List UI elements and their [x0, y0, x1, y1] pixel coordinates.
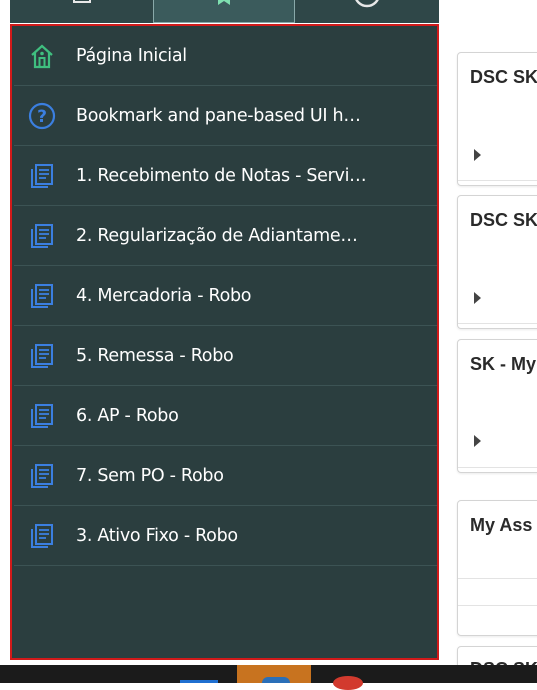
nav-item-help[interactable]: ? Bookmark and pane-based UI h… — [14, 86, 437, 146]
caret-right-icon[interactable] — [474, 292, 481, 304]
card-divider — [458, 605, 537, 606]
bookmarks-panel: Página Inicial ? Bookmark and pane-based… — [10, 24, 439, 660]
dashboard-card[interactable]: My Ass — [457, 500, 537, 636]
nav-item-label: 2. Regularização de Adiantame… — [76, 225, 358, 246]
nav-item-label: 6. AP - Robo — [76, 405, 179, 426]
nav-item-label: 5. Remessa - Robo — [76, 345, 234, 366]
document-icon — [28, 222, 56, 250]
dashboard-card[interactable]: DSC SK — [457, 52, 537, 186]
card-divider — [458, 578, 537, 579]
dashboard-card[interactable]: SK - My — [457, 339, 537, 473]
card-divider — [458, 323, 537, 324]
svg-text:?: ? — [37, 107, 47, 127]
card-title: My Ass — [470, 515, 533, 535]
tab-history[interactable] — [295, 0, 439, 23]
nav-item-label: 7. Sem PO - Robo — [76, 465, 224, 486]
caret-right-icon[interactable] — [474, 435, 481, 447]
nav-item-label: Página Inicial — [76, 45, 187, 66]
nav-item-remessa[interactable]: 5. Remessa - Robo — [14, 326, 437, 386]
card-title: DSC SK — [470, 210, 537, 230]
nav-item-ap[interactable]: 6. AP - Robo — [14, 386, 437, 446]
document-icon — [28, 282, 56, 310]
dashboard-area: DSC SK DSC SK SK - My My Ass DSC SK — [440, 0, 537, 683]
nav-item-home[interactable]: Página Inicial — [14, 26, 437, 86]
card-title: SK - My — [470, 354, 537, 374]
nav-item-regularizacao[interactable]: 2. Regularização de Adiantame… — [14, 206, 437, 266]
taskbar-app-icon[interactable] — [333, 676, 363, 690]
document-icon — [28, 162, 56, 190]
document-icon — [28, 522, 56, 550]
home-icon — [28, 42, 56, 70]
nav-item-label: 3. Ativo Fixo - Robo — [76, 525, 238, 546]
nav-item-label: Bookmark and pane-based UI h… — [76, 105, 361, 126]
nav-item-ativo-fixo[interactable]: 3. Ativo Fixo - Robo — [14, 506, 437, 566]
taskbar-app-icon — [262, 677, 290, 683]
help-icon: ? — [28, 102, 56, 130]
document-icon — [28, 342, 56, 370]
caret-right-icon[interactable] — [474, 149, 481, 161]
dashboard-card[interactable]: DSC SK — [457, 195, 537, 329]
document-icon — [28, 402, 56, 430]
page-icon — [72, 0, 91, 3]
bookmark-icon — [218, 0, 230, 5]
card-divider — [458, 467, 537, 468]
history-icon — [355, 0, 379, 8]
tab-pages[interactable] — [10, 0, 153, 23]
nav-item-label: 4. Mercadoria - Robo — [76, 285, 252, 306]
tab-bookmarks[interactable] — [153, 0, 295, 23]
document-icon — [28, 462, 56, 490]
nav-item-mercadoria[interactable]: 4. Mercadoria - Robo — [14, 266, 437, 326]
nav-item-sem-po[interactable]: 7. Sem PO - Robo — [14, 446, 437, 506]
nav-item-label: 1. Recebimento de Notas - Servi… — [76, 165, 367, 186]
pane-tab-strip — [10, 0, 439, 23]
card-divider — [458, 180, 537, 181]
nav-item-recebimento-notas[interactable]: 1. Recebimento de Notas - Servi… — [14, 146, 437, 206]
card-title: DSC SK — [470, 67, 537, 87]
